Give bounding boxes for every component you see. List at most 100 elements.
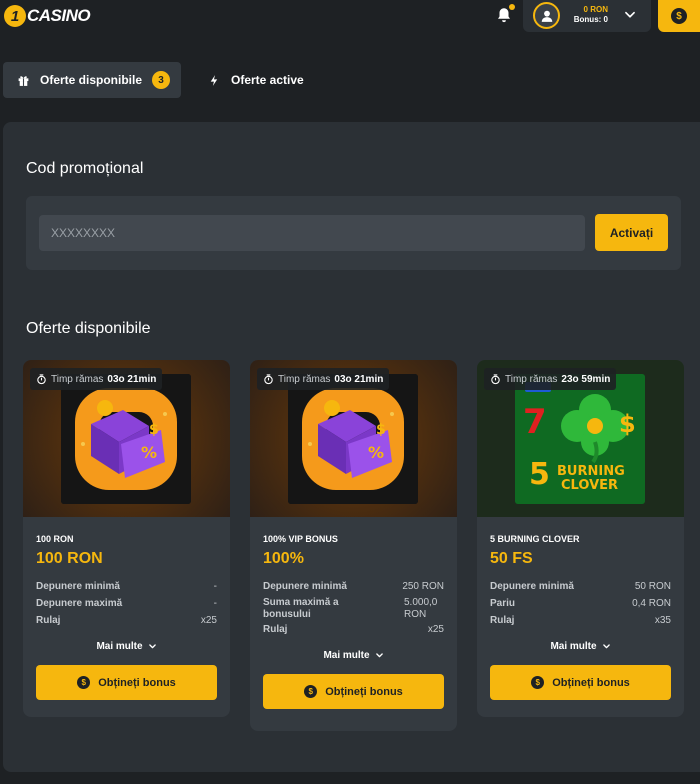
offer-detail-row: Suma maximă a bonusului 5.000,0 RON	[263, 595, 444, 621]
more-label: Mai multe	[550, 641, 597, 652]
account-menu[interactable]: 0 RON Bonus: 0	[523, 0, 651, 32]
gift-box-illustration: % $	[288, 374, 418, 504]
detail-value: 50 RON	[634, 581, 671, 592]
slot-dollar: $	[619, 410, 636, 438]
slot-game-thumbnail: 7 $ 5 BURNING CLOVER	[515, 374, 645, 504]
offer-name: 100% VIP BONUS	[263, 534, 338, 544]
detail-value: -	[213, 581, 217, 592]
slot-title-line1: BURNING	[557, 464, 625, 479]
offer-name: 100 RON	[36, 534, 74, 544]
offer-image: % $ Timp rămas 03o 21min	[23, 360, 230, 517]
get-bonus-label: Obțineți bonus	[98, 676, 176, 689]
slot-seven: 7	[523, 402, 547, 442]
gift-box-illustration: % $	[61, 374, 191, 504]
svg-text:$: $	[376, 422, 386, 438]
offer-detail-row: Pariu 0,4 RON	[490, 595, 671, 612]
detail-value: 250 RON	[402, 581, 444, 592]
timer-value: 03o 21min	[107, 373, 157, 385]
stopwatch-icon	[37, 373, 46, 384]
slot-title-line2: CLOVER	[561, 478, 619, 493]
gift-icon	[18, 75, 29, 86]
offer-detail-row: Rulaj x25	[36, 612, 217, 629]
timer-value: 23o 59min	[561, 373, 611, 385]
detail-value: x25	[427, 624, 444, 635]
stopwatch-icon	[491, 373, 500, 384]
bonus-balance: Bonus: 0	[568, 15, 608, 25]
timer-label: Timp rămas	[278, 373, 331, 385]
svg-text:%: %	[368, 443, 384, 462]
get-bonus-button[interactable]: $ Obțineți bonus	[36, 665, 217, 700]
promo-code-input[interactable]	[39, 215, 585, 251]
detail-label: Rulaj	[263, 624, 288, 635]
bonus-label: Bonus:	[573, 15, 602, 24]
detail-label: Depunere minimă	[36, 581, 120, 592]
promo-title: Cod promoțional	[26, 160, 144, 177]
chevron-down-icon	[602, 644, 610, 649]
offer-card: % $ Timp rămas 03o 21min 100% VIP BONUS …	[250, 360, 457, 731]
slot-title-number: 5	[529, 457, 550, 492]
detail-value: 0,4 RON	[632, 598, 671, 609]
svg-text:$: $	[149, 422, 159, 438]
offer-card: % $ Timp rămas 03o 21min 100 RON 100 RON…	[23, 360, 230, 717]
dollar-coin-icon: $	[304, 685, 318, 698]
detail-label: Rulaj	[490, 615, 515, 626]
more-button[interactable]: Mai multe	[490, 641, 671, 652]
svg-text:%: %	[141, 443, 157, 462]
tab-label: Oferte active	[231, 73, 304, 87]
offers-title: Oferte disponibile	[26, 320, 151, 337]
deposit-button[interactable]: $	[658, 0, 700, 32]
offer-detail-row: Rulaj x35	[490, 612, 671, 629]
offer-detail-row: Rulaj x25	[263, 621, 444, 638]
balance-amount: 0 RON	[583, 5, 608, 14]
detail-label: Depunere minimă	[490, 581, 574, 592]
logo-text: CASINO	[27, 6, 91, 25]
detail-value: x35	[654, 615, 671, 626]
logo-badge: 1	[4, 5, 26, 27]
more-label: Mai multe	[323, 650, 370, 661]
offer-image: % $ Timp rămas 03o 21min	[250, 360, 457, 517]
stopwatch-icon	[264, 373, 273, 384]
logo[interactable]: 1 CASINO	[4, 5, 91, 27]
lightning-icon	[210, 74, 218, 86]
detail-value: 5.000,0 RON	[404, 597, 438, 620]
more-button[interactable]: Mai multe	[263, 650, 444, 661]
time-remaining: Timp rămas 03o 21min	[257, 368, 390, 390]
offer-card: 7 $ 5 BURNING CLOVER Timp rămas 23o 59mi…	[477, 360, 684, 717]
offer-detail-row: Depunere maximă -	[36, 595, 217, 612]
chevron-down-icon	[375, 653, 383, 658]
tab-label: Oferte disponibile	[40, 73, 143, 87]
timer-label: Timp rămas	[505, 373, 558, 385]
detail-label: Rulaj	[36, 615, 61, 626]
detail-value: x25	[200, 615, 217, 626]
get-bonus-label: Obțineți bonus	[552, 676, 630, 689]
offer-amount: 100 RON	[36, 550, 103, 567]
time-remaining: Timp rămas 03o 21min	[30, 368, 163, 390]
offer-amount: 100%	[263, 550, 304, 567]
get-bonus-button[interactable]: $ Obțineți bonus	[263, 674, 444, 709]
detail-label: Depunere maximă	[36, 598, 123, 609]
detail-value: -	[213, 598, 217, 609]
offer-detail-row: Depunere minimă -	[36, 578, 217, 595]
timer-value: 03o 21min	[334, 373, 384, 385]
offer-detail-row: Depunere minimă 50 RON	[490, 578, 671, 595]
activate-button[interactable]: Activați	[595, 214, 668, 251]
timer-label: Timp rămas	[51, 373, 104, 385]
bonus-value: 0	[603, 15, 608, 24]
get-bonus-label: Obțineți bonus	[325, 685, 403, 698]
dollar-coin-icon: $	[531, 676, 545, 689]
user-icon	[541, 10, 552, 22]
more-label: Mai multe	[96, 641, 143, 652]
balance: 0 RON Bonus: 0	[568, 5, 608, 25]
dollar-coin-icon: $	[671, 8, 687, 24]
avatar[interactable]	[533, 2, 560, 29]
count-badge: 3	[152, 71, 171, 89]
get-bonus-button[interactable]: $ Obțineți bonus	[490, 665, 671, 700]
dollar-coin-icon: $	[77, 676, 91, 689]
detail-label: Depunere minimă	[263, 581, 347, 592]
chevron-down-icon[interactable]	[623, 8, 637, 22]
tab-active-offers[interactable]: Oferte active	[200, 62, 330, 98]
tab-available-offers[interactable]: Oferte disponibile 3	[3, 62, 181, 98]
more-button[interactable]: Mai multe	[36, 641, 217, 652]
offer-amount: 50 FS	[490, 550, 533, 567]
offer-detail-row: Depunere minimă 250 RON	[263, 578, 444, 595]
